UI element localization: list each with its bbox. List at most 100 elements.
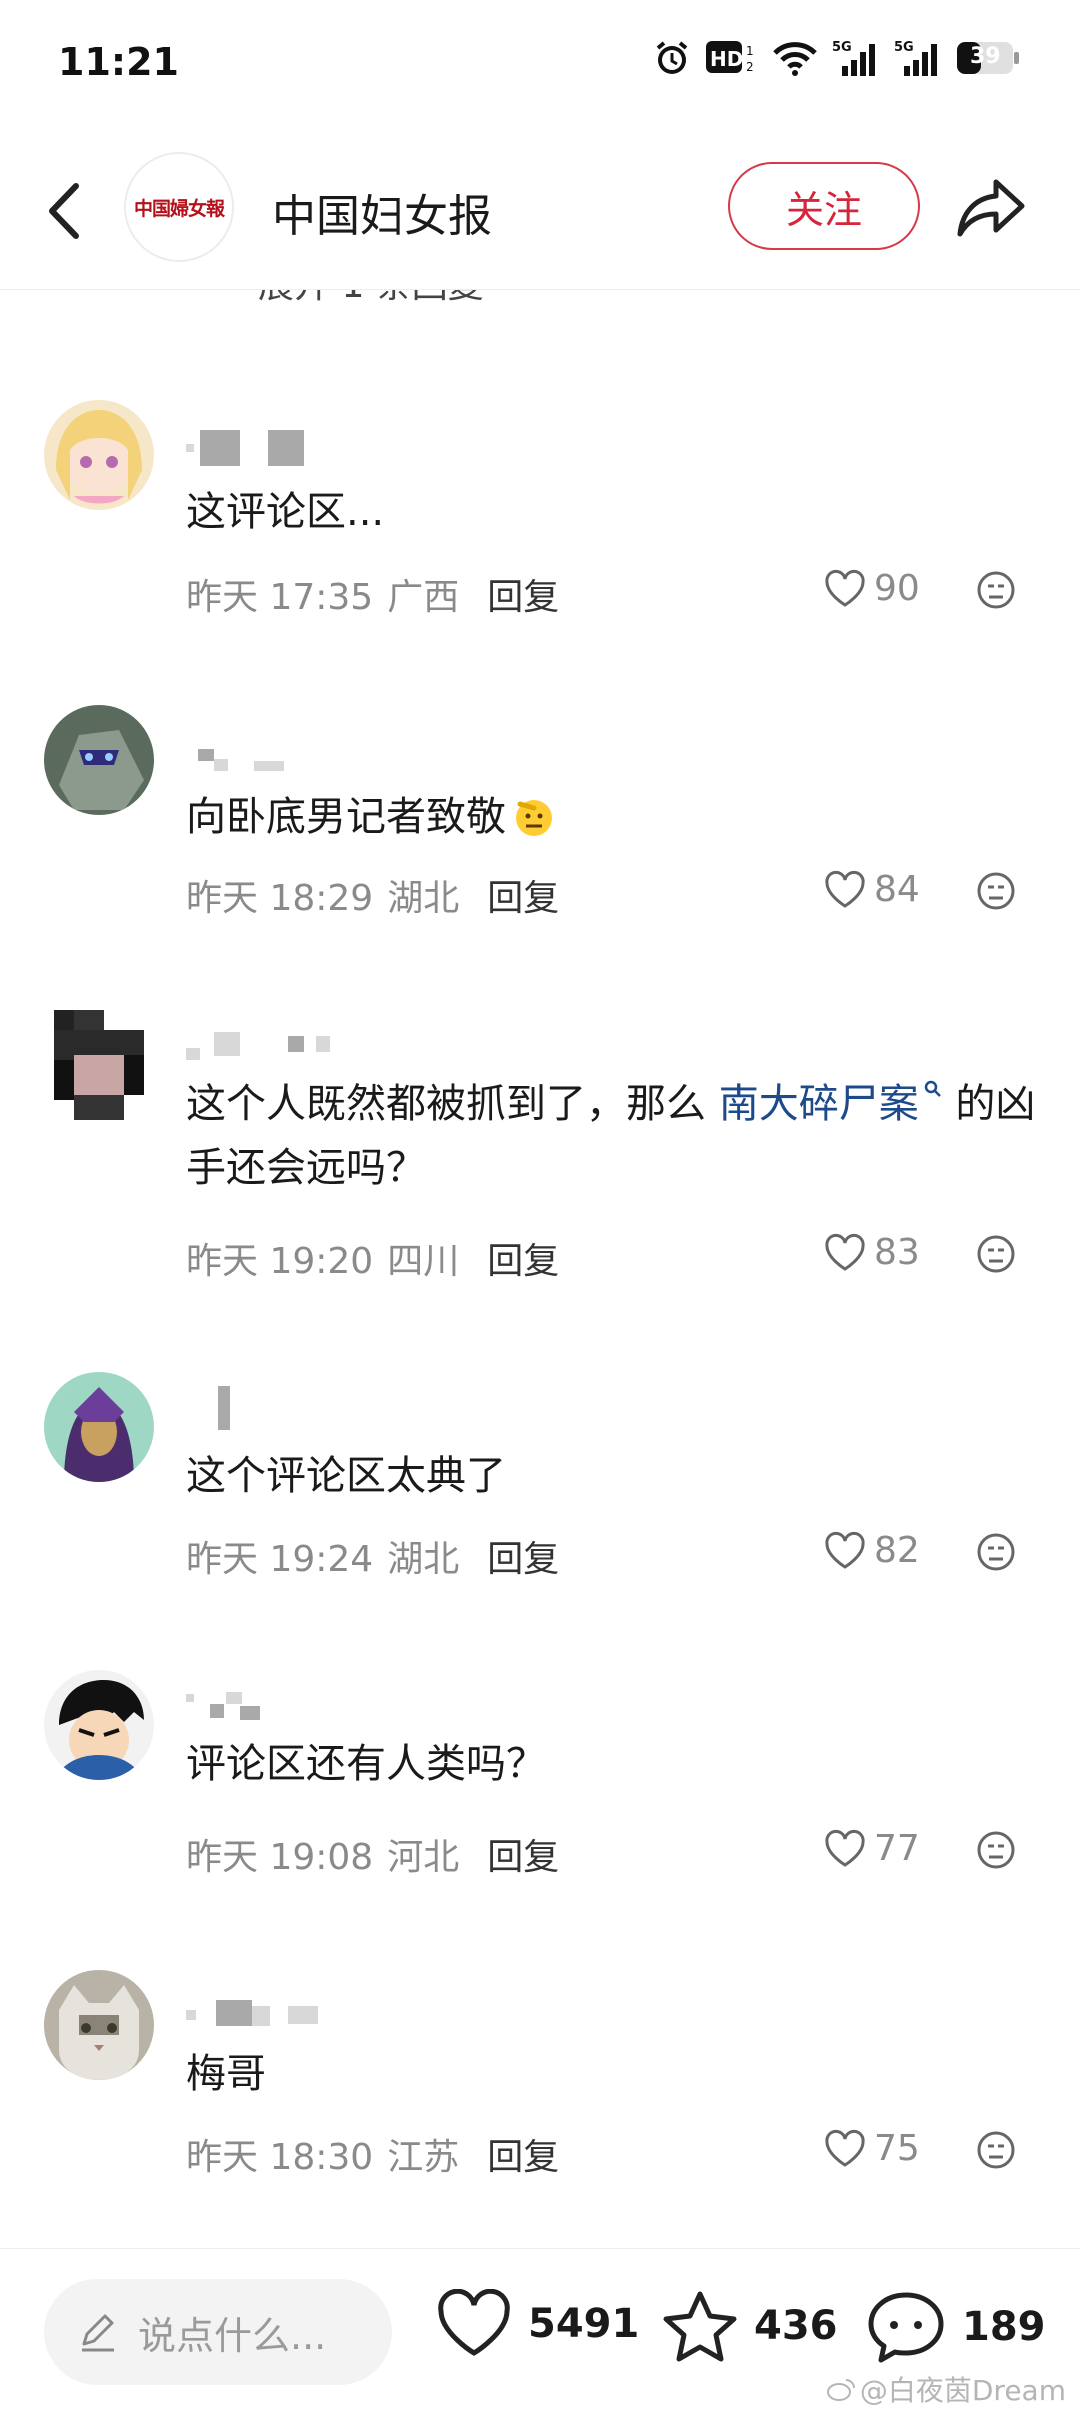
like-button[interactable]: 90 bbox=[824, 568, 920, 609]
star-icon bbox=[663, 2291, 737, 2362]
svg-text:2: 2 bbox=[746, 60, 754, 74]
heart-icon bbox=[825, 1829, 865, 1867]
reply-button[interactable]: 回复 bbox=[487, 568, 559, 620]
emoji-reaction-icon[interactable] bbox=[976, 1532, 1016, 1572]
search-link[interactable]: 南大碎尸案 bbox=[719, 1080, 943, 1127]
comment-input-placeholder: 说点什么... bbox=[138, 2313, 327, 2358]
comment-input[interactable]: 说点什么... bbox=[44, 2279, 392, 2385]
battery-icon: 39 bbox=[956, 41, 1020, 75]
svg-text:HD: HD bbox=[710, 47, 743, 71]
alarm-icon bbox=[656, 41, 688, 74]
hd-icon: HD 1 2 bbox=[706, 41, 754, 74]
comment-region: 湖北 bbox=[387, 878, 460, 919]
heart-icon bbox=[438, 2289, 510, 2356]
avatar[interactable] bbox=[44, 400, 154, 510]
like-button[interactable]: 77 bbox=[824, 1828, 920, 1869]
svg-text:1: 1 bbox=[746, 44, 754, 58]
signal-5g-2-icon: 5G bbox=[894, 40, 937, 76]
bottom-bar: 说点什么... 5491 436 189 @白夜茵Dream bbox=[0, 2248, 1080, 2414]
comment-region: 四川 bbox=[387, 1241, 460, 1282]
reply-button[interactable]: 回复 bbox=[487, 1232, 559, 1284]
emoji-reaction-icon[interactable] bbox=[976, 570, 1016, 610]
emoji-reaction-icon[interactable] bbox=[976, 871, 1016, 911]
like-total: 5491 bbox=[528, 2301, 640, 2347]
svg-text:5G: 5G bbox=[894, 40, 914, 55]
like-article-button[interactable]: 5491 bbox=[436, 2289, 639, 2359]
heart-icon bbox=[825, 870, 865, 908]
like-count: 83 bbox=[874, 1232, 920, 1273]
like-button[interactable]: 84 bbox=[824, 869, 920, 910]
heart-icon bbox=[825, 2129, 865, 2167]
comment-bubble-icon bbox=[868, 2292, 944, 2363]
comment-region: 广西 bbox=[387, 577, 460, 618]
share-button[interactable] bbox=[956, 172, 1028, 244]
share-icon bbox=[957, 179, 1025, 237]
comment-region: 湖北 bbox=[387, 1539, 460, 1580]
comment-meta: 昨天 19:08 河北 回复 bbox=[186, 1828, 559, 1880]
heart-icon bbox=[825, 569, 865, 607]
username-blurred[interactable] bbox=[186, 1028, 346, 1064]
follow-button[interactable]: 关注 bbox=[728, 162, 920, 250]
emoji-reaction-icon[interactable] bbox=[976, 1830, 1016, 1870]
like-count: 84 bbox=[874, 869, 920, 910]
comment-text: 这个人既然都被抓到了，那么 南大碎尸案 的凶手还会远吗？ bbox=[186, 1080, 1036, 1191]
status-time: 11:21 bbox=[58, 40, 179, 84]
salute-emoji-icon bbox=[516, 800, 552, 836]
reply-button[interactable]: 回复 bbox=[487, 1530, 559, 1582]
favorite-total: 436 bbox=[754, 2303, 838, 2349]
comment-meta: 昨天 17:35 广西 回复 bbox=[186, 568, 559, 620]
like-button[interactable]: 82 bbox=[824, 1530, 920, 1571]
like-count: 90 bbox=[874, 568, 920, 609]
username-blurred[interactable] bbox=[186, 430, 316, 466]
channel-name[interactable]: 中国妇女报 bbox=[272, 180, 492, 244]
username-blurred[interactable] bbox=[186, 2000, 346, 2036]
reply-button[interactable]: 回复 bbox=[487, 1828, 559, 1880]
comment-text: 这评论区... bbox=[186, 489, 385, 535]
comment-text: 向卧底男记者致敬 bbox=[186, 785, 1044, 849]
back-arrow-icon bbox=[49, 183, 79, 239]
comment-time: 昨天 19:24 bbox=[186, 1539, 374, 1580]
avatar[interactable] bbox=[44, 1372, 154, 1482]
username-blurred[interactable] bbox=[186, 1386, 246, 1430]
like-button[interactable]: 75 bbox=[824, 2128, 920, 2169]
favorite-button[interactable]: 436 bbox=[662, 2289, 838, 2363]
svg-text:5G: 5G bbox=[832, 40, 852, 55]
battery-level: 39 bbox=[970, 44, 1001, 69]
emoji-reaction-icon[interactable] bbox=[976, 1234, 1016, 1274]
watermark: @白夜茵Dream bbox=[826, 2369, 1066, 2409]
heart-icon bbox=[825, 1233, 865, 1271]
avatar[interactable] bbox=[44, 1010, 154, 1120]
like-count: 77 bbox=[874, 1828, 920, 1869]
like-button[interactable]: 83 bbox=[824, 1232, 920, 1273]
comment-text: 梅哥 bbox=[186, 2051, 266, 2097]
comment-meta: 昨天 19:20 四川 回复 bbox=[186, 1232, 559, 1284]
comment-time: 昨天 18:30 bbox=[186, 2137, 374, 2178]
emoji-reaction-icon[interactable] bbox=[976, 2130, 1016, 2170]
comment-text: 这个评论区太典了 bbox=[186, 1453, 506, 1499]
avatar[interactable] bbox=[44, 1670, 154, 1780]
like-count: 82 bbox=[874, 1530, 920, 1571]
comment-button[interactable]: 189 bbox=[866, 2289, 1046, 2365]
comment-time: 昨天 19:20 bbox=[186, 1241, 374, 1282]
username-blurred[interactable] bbox=[186, 741, 286, 777]
reply-button[interactable]: 回复 bbox=[487, 869, 559, 921]
status-bar: 11:21 HD 1 2 5G 5G 39 bbox=[0, 0, 1080, 130]
weibo-icon bbox=[826, 2379, 855, 2401]
heart-icon bbox=[825, 1531, 865, 1569]
channel-logo-text: 中国婦女報 bbox=[133, 197, 225, 220]
avatar[interactable] bbox=[44, 705, 154, 815]
avatar[interactable] bbox=[44, 1970, 154, 2080]
comment-meta: 昨天 18:30 江苏 回复 bbox=[186, 2128, 559, 2180]
channel-avatar[interactable]: 中国婦女報 bbox=[124, 152, 234, 262]
comment-meta: 昨天 19:24 湖北 回复 bbox=[186, 1530, 559, 1582]
comment-total: 189 bbox=[962, 2304, 1046, 2350]
comment-time: 昨天 18:29 bbox=[186, 878, 374, 919]
reply-button[interactable]: 回复 bbox=[487, 2128, 559, 2180]
search-icon bbox=[924, 1080, 941, 1097]
header: 中国婦女報 中国妇女报 关注 bbox=[0, 130, 1080, 290]
back-button[interactable] bbox=[38, 176, 88, 246]
comment-text: 评论区还有人类吗？ bbox=[186, 1741, 546, 1787]
like-count: 75 bbox=[874, 2128, 920, 2169]
username-blurred[interactable] bbox=[186, 1690, 286, 1726]
signal-5g-icon: 5G bbox=[832, 40, 875, 76]
